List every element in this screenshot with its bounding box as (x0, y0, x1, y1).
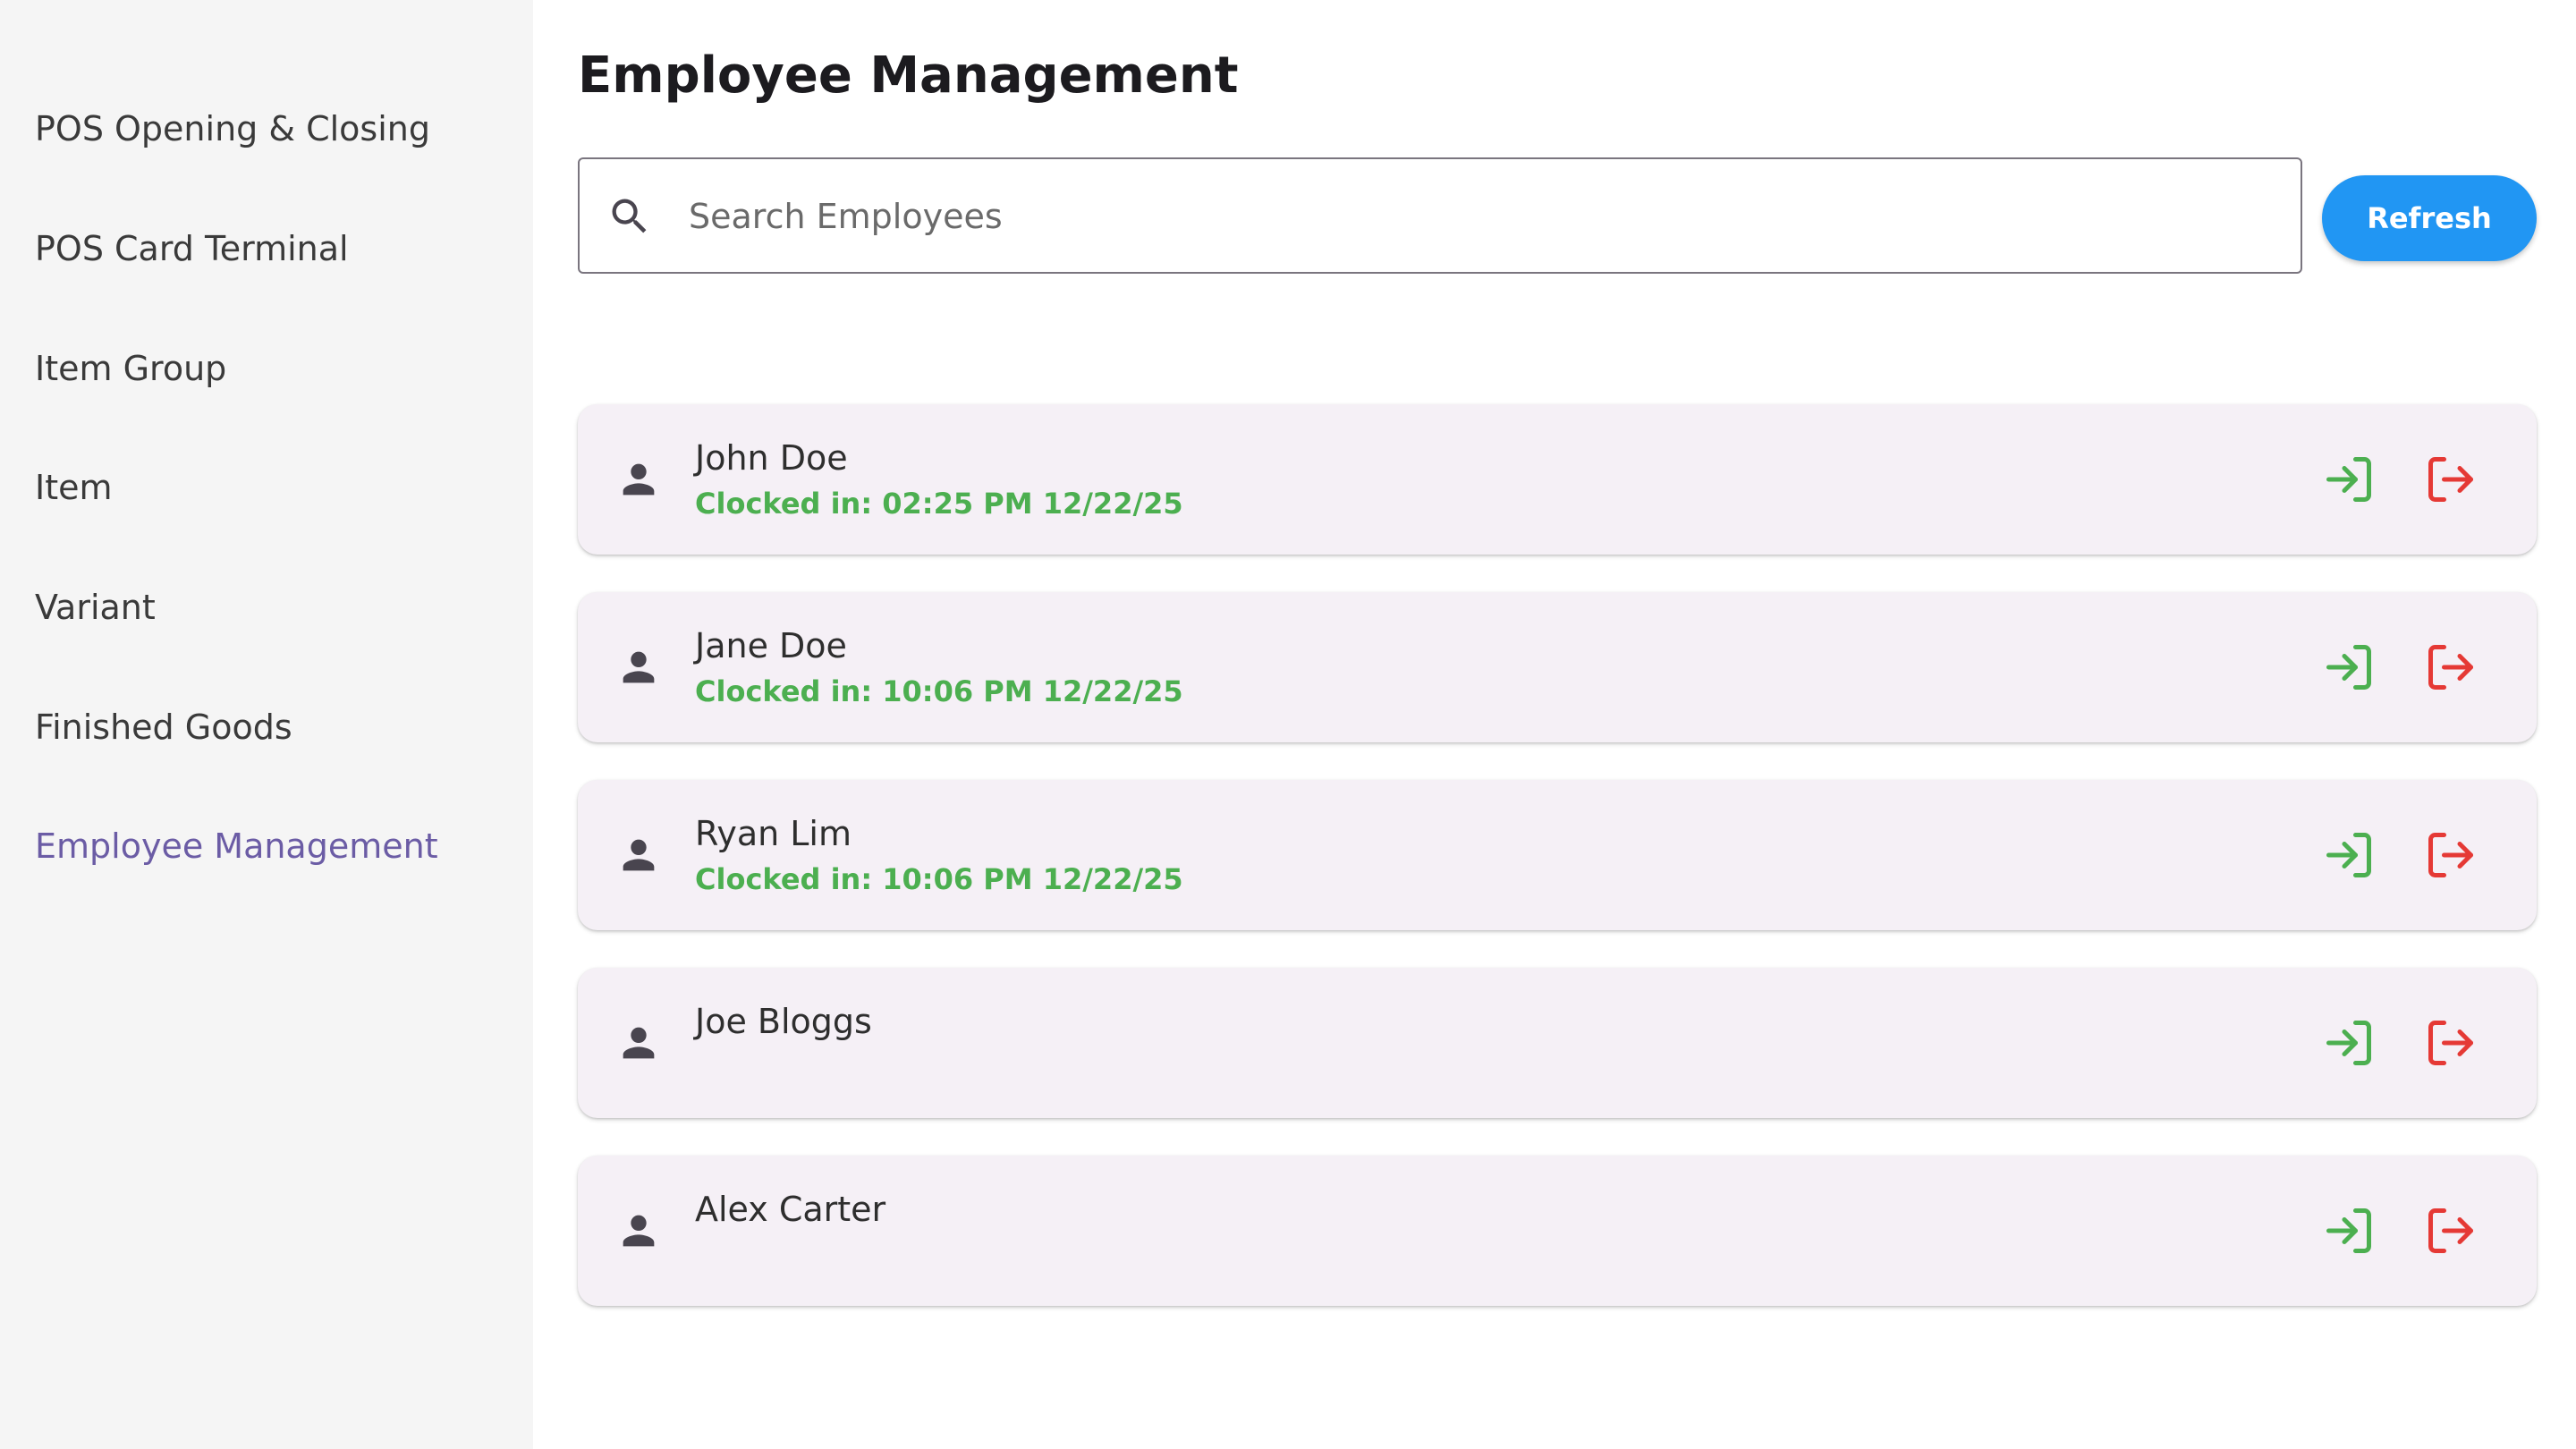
search-field[interactable] (578, 157, 2302, 274)
sidebar-item-variant[interactable]: Variant (35, 572, 156, 643)
person-icon (615, 830, 662, 880)
employee-card: Alex Carter (578, 1156, 2537, 1306)
employee-card: Jane Doe Clocked in: 10:06 PM 12/22/25 (578, 592, 2537, 742)
sidebar-item-pos-opening-closing[interactable]: POS Opening & Closing (35, 93, 430, 165)
employee-card: Joe Bloggs (578, 968, 2537, 1118)
employee-name: Joe Bloggs (695, 1002, 872, 1041)
clock-out-button[interactable] (2424, 1016, 2478, 1070)
clock-in-button[interactable] (2322, 1204, 2376, 1258)
clock-out-button[interactable] (2424, 640, 2478, 694)
clock-in-button[interactable] (2322, 828, 2376, 882)
sidebar-item-item-group[interactable]: Item Group (35, 333, 226, 404)
employee-card: John Doe Clocked in: 02:25 PM 12/22/25 (578, 404, 2537, 555)
clock-out-button[interactable] (2424, 453, 2478, 506)
person-icon (615, 1206, 662, 1256)
sidebar-item-item[interactable]: Item (35, 452, 113, 523)
person-icon (615, 642, 662, 692)
main-content: Employee Management Refresh John Doe Clo… (533, 0, 2576, 1449)
page-title: Employee Management (578, 47, 1239, 105)
sidebar-item-employee-management[interactable]: Employee Management (35, 810, 438, 882)
clock-out-button[interactable] (2424, 1204, 2478, 1258)
person-icon (615, 454, 662, 504)
employee-name: John Doe (695, 438, 848, 478)
search-icon (606, 193, 653, 240)
person-icon (615, 1018, 662, 1068)
clock-in-button[interactable] (2322, 1016, 2376, 1070)
refresh-button[interactable]: Refresh (2322, 175, 2537, 261)
clock-out-button[interactable] (2424, 828, 2478, 882)
sidebar-item-finished-goods[interactable]: Finished Goods (35, 691, 292, 763)
clock-in-button[interactable] (2322, 640, 2376, 694)
sidebar: POS Opening & Closing POS Card Terminal … (0, 0, 533, 1449)
clock-status: Clocked in: 10:06 PM 12/22/25 (695, 862, 1183, 896)
search-input[interactable] (687, 177, 2283, 256)
employee-card: Ryan Lim Clocked in: 10:06 PM 12/22/25 (578, 780, 2537, 930)
employee-name: Ryan Lim (695, 814, 852, 853)
clock-status: Clocked in: 10:06 PM 12/22/25 (695, 674, 1183, 708)
clock-status: Clocked in: 02:25 PM 12/22/25 (695, 487, 1183, 521)
employee-name: Alex Carter (695, 1190, 886, 1229)
sidebar-item-pos-card-terminal[interactable]: POS Card Terminal (35, 213, 349, 284)
clock-in-button[interactable] (2322, 453, 2376, 506)
employee-name: Jane Doe (695, 626, 847, 665)
